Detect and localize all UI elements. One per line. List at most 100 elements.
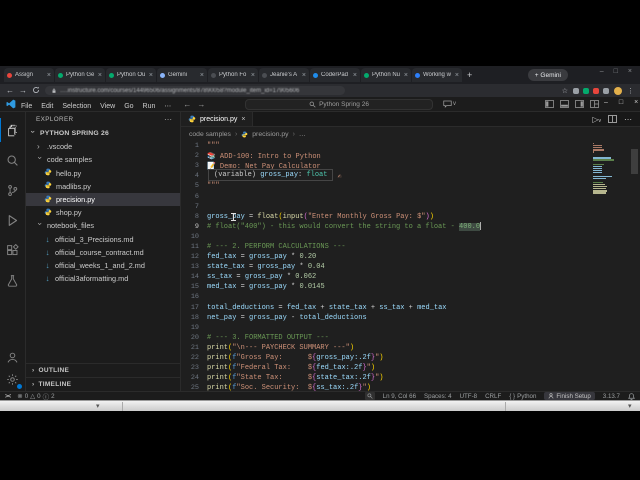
extension-icon[interactable] <box>583 88 589 94</box>
command-center-search[interactable]: Python Spring 26 <box>245 99 433 110</box>
breadcrumb-file[interactable]: precision.py <box>252 131 288 138</box>
tab-close-icon[interactable]: × <box>98 72 102 79</box>
browser-tab[interactable]: Gemini× <box>157 68 207 82</box>
split-editor-icon[interactable] <box>608 115 617 123</box>
browser-tab[interactable]: Jeanie's A× <box>259 68 309 82</box>
copilot-chat-button[interactable]: v <box>443 100 456 108</box>
tree-item-madlibs-py[interactable]: madlibs.py <box>26 180 180 193</box>
breadcrumb-folder[interactable]: code samples <box>189 131 231 138</box>
tree-item-official-course-contract-md[interactable]: ↓official_course_contract.md <box>26 246 180 259</box>
history-forward-icon[interactable]: → <box>197 100 205 109</box>
zoom-indicator[interactable] <box>365 392 375 400</box>
toggle-secondary-sidebar-icon[interactable] <box>575 100 584 108</box>
browser-tab[interactable]: CoderPad× <box>310 68 360 82</box>
search-icon[interactable] <box>0 148 25 172</box>
code-line[interactable]: 23print(f"Federal Tax: ${fed_tax:.2f}") <box>181 363 640 373</box>
tab-close-icon[interactable]: × <box>200 72 204 79</box>
menu-go[interactable]: Go <box>124 103 133 110</box>
browser-menu-icon[interactable]: ⋮ <box>627 87 634 95</box>
browser-tab[interactable]: Python Ge× <box>55 68 105 82</box>
customize-layout-icon[interactable] <box>590 100 599 108</box>
vscode-close-button[interactable]: × <box>634 99 638 106</box>
extension-icon[interactable] <box>573 88 579 94</box>
history-back-icon[interactable]: ← <box>183 100 191 109</box>
code-line[interactable]: 11# --- 2. PERFORM CALCULATIONS --- <box>181 242 640 252</box>
extension-icon[interactable] <box>593 88 599 94</box>
menu-view[interactable]: View <box>100 103 115 110</box>
extensions-icon[interactable] <box>0 238 25 262</box>
code-line[interactable]: 1""" <box>181 141 640 151</box>
code-line[interactable]: 16 <box>181 292 640 302</box>
close-button[interactable]: × <box>628 68 632 75</box>
tab-close-icon[interactable]: × <box>47 72 51 79</box>
tab-close-icon[interactable]: × <box>404 72 408 79</box>
code-line[interactable]: 2📚 ADD-100: Intro to Python <box>181 151 640 161</box>
minimap[interactable] <box>593 143 616 383</box>
run-debug-icon[interactable] <box>0 208 25 232</box>
tree-item-code-samples[interactable]: ›code samples <box>26 153 180 166</box>
notifications-bell-icon[interactable] <box>628 393 635 400</box>
tab-close-icon[interactable]: × <box>302 72 306 79</box>
remote-indicator[interactable]: >< <box>5 393 10 400</box>
toggle-panel-icon[interactable] <box>560 100 569 108</box>
testing-icon[interactable] <box>0 268 25 292</box>
tree-item-precision-py[interactable]: precision.py <box>26 193 180 206</box>
code-line[interactable]: 20# --- 3. FORMATTED OUTPUT --- <box>181 333 640 343</box>
code-line[interactable]: 13state_tax = gross_pay * 0.04 <box>181 262 640 272</box>
editor-scrollbar[interactable] <box>631 149 638 174</box>
code-line[interactable]: 17total_deductions = fed_tax + state_tax… <box>181 303 640 313</box>
tab-close-icon[interactable]: × <box>353 72 357 79</box>
browser-tab[interactable]: Assign× <box>4 68 54 82</box>
maximize-button[interactable]: □ <box>614 68 618 75</box>
code-line[interactable]: 24print(f"State Tax: ${state_tax:.2f}") <box>181 373 640 383</box>
editor-more-icon[interactable]: ⋯ <box>624 115 632 124</box>
tree-item-hello-py[interactable]: hello.py <box>26 167 180 180</box>
code-line[interactable]: 7 <box>181 202 640 212</box>
tab-close-icon[interactable]: × <box>251 72 255 79</box>
settings-icon[interactable] <box>0 367 25 391</box>
language-indicator[interactable]: { } Python <box>509 393 536 400</box>
tree-item--vscode[interactable]: ›.vscode <box>26 140 180 153</box>
menu-edit[interactable]: Edit <box>41 103 53 110</box>
timeline-section[interactable]: › TIMELINE <box>26 377 180 391</box>
vscode-minimize-button[interactable]: – <box>604 99 608 106</box>
menu-selection[interactable]: Selection <box>62 103 91 110</box>
menu-[interactable]: ⋯ <box>164 103 171 110</box>
tab-close-icon[interactable]: × <box>149 72 153 79</box>
tree-item-official-3-precisions-md[interactable]: ↓official_3_Precisions.md <box>26 233 180 246</box>
extension-icon[interactable] <box>603 88 609 94</box>
code-line[interactable]: 9# float("400") - this would convert the… <box>181 222 640 232</box>
code-line[interactable]: 5""" <box>181 181 640 191</box>
menu-run[interactable]: Run <box>143 103 156 110</box>
tab-precision-py[interactable]: precision.py × <box>181 112 253 126</box>
browser-tab[interactable]: Python Ou× <box>106 68 156 82</box>
vscode-maximize-button[interactable]: □ <box>619 99 623 106</box>
tab-close-icon[interactable]: × <box>241 116 245 123</box>
finish-setup-button[interactable]: Finish Setup <box>544 392 594 400</box>
code-line[interactable]: 15med_tax = gross_pay * 0.0145 <box>181 282 640 292</box>
eol-indicator[interactable]: CRLF <box>485 393 501 400</box>
browser-tab[interactable]: Working w× <box>412 68 462 82</box>
code-line[interactable]: 10 <box>181 232 640 242</box>
toggle-sidebar-icon[interactable] <box>545 100 554 108</box>
explorer-icon[interactable] <box>0 118 26 142</box>
account-icon[interactable] <box>0 345 25 369</box>
explorer-more-icon[interactable]: ⋯ <box>164 115 172 124</box>
address-bar[interactable]: ….instructure.com/courses/14496506/assig… <box>45 86 345 95</box>
browser-tab[interactable]: Python Nu× <box>361 68 411 82</box>
outline-section[interactable]: › OUTLINE <box>26 363 180 377</box>
encoding-indicator[interactable]: UTF-8 <box>460 393 478 400</box>
code-line[interactable]: 19 <box>181 323 640 333</box>
browser-tab[interactable]: Python Fo× <box>208 68 258 82</box>
code-line[interactable]: 8gross_pay = float(input("Enter Monthly … <box>181 212 640 222</box>
new-tab-button[interactable]: + <box>467 70 472 80</box>
code-line[interactable]: 6 <box>181 191 640 201</box>
forward-icon[interactable]: → <box>19 87 27 95</box>
code-line[interactable]: 21print("\n--- PAYCHECK SUMMARY ---") <box>181 343 640 353</box>
tab-close-icon[interactable]: × <box>455 72 459 79</box>
tree-item-shop-py[interactable]: shop.py <box>26 206 180 219</box>
code-line[interactable]: 18net_pay = gross_pay - total_deductions <box>181 313 640 323</box>
line-col-indicator[interactable]: Ln 9, Col 66 <box>383 393 416 400</box>
breadcrumb-symbol[interactable]: … <box>299 131 306 138</box>
source-control-icon[interactable] <box>0 178 25 202</box>
